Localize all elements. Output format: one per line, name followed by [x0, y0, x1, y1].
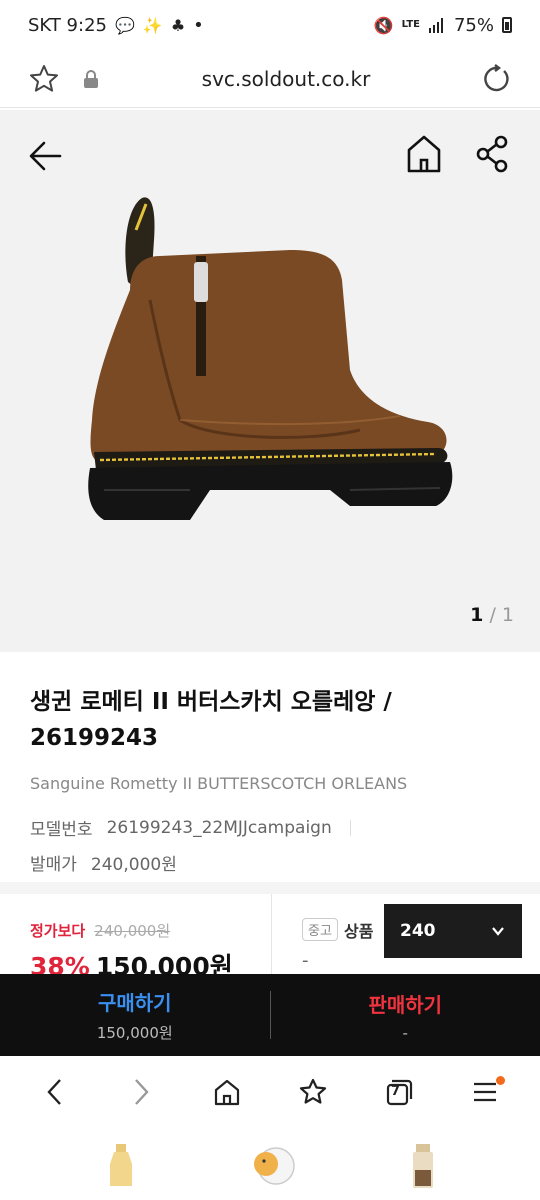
chevron-left-icon: [47, 1079, 61, 1105]
used-product-label: 상품: [344, 922, 374, 941]
bookmark-star-icon: [299, 1078, 327, 1104]
mute-icon: 🔇: [373, 15, 394, 35]
network-type: LTE: [401, 19, 420, 30]
star-icon[interactable]: [28, 63, 60, 95]
chick-egg-icon[interactable]: [248, 1142, 296, 1186]
menu-button[interactable]: [463, 1070, 507, 1114]
price-main: 38% 150,000원: [30, 947, 233, 974]
sell-label: 판매하기: [368, 992, 443, 1017]
sparkle-notification-icon: ✨: [142, 15, 163, 35]
more-notifications-dot: •: [193, 14, 204, 36]
sell-price: -: [402, 1023, 408, 1042]
pager-separator: /: [489, 604, 496, 626]
tabs-count: 7: [391, 1084, 401, 1099]
discount-rate: 38%: [30, 952, 90, 974]
gallery-pager: 1 / 1: [470, 604, 514, 626]
current-price: 150,000원: [95, 952, 233, 974]
tabs-button[interactable]: 7: [377, 1070, 421, 1114]
release-price-value: 240,000원: [90, 855, 177, 875]
price-summary: 정가보다 240,000원 38% 150,000원: [30, 920, 233, 974]
meta-divider: [349, 819, 351, 836]
back-arrow-icon[interactable]: [26, 136, 66, 176]
price-divider: [271, 894, 272, 974]
pager-current: 1: [470, 604, 484, 626]
browser-nav: 7: [0, 1056, 540, 1128]
buy-button[interactable]: 구매하기 150,000원: [0, 974, 270, 1056]
chevron-down-icon: [492, 927, 504, 936]
menu-notification-dot: [496, 1076, 505, 1085]
product-subtitle: Sanguine Rometty II BUTTERSCOTCH ORLEANS: [30, 774, 408, 793]
chevron-right-icon: [135, 1079, 149, 1105]
regular-price-label: 정가보다: [30, 922, 86, 940]
model-number-label: 모델번호: [30, 820, 93, 840]
image-toolbar: [0, 126, 540, 186]
battery-icon: [502, 17, 512, 33]
used-badge: 중고: [302, 918, 338, 941]
release-price-label: 발매가: [30, 855, 77, 875]
status-bar: SKT 9:25 💬 ✨ ♣ • 🔇 LTE 75%: [0, 0, 540, 50]
browser-back-button[interactable]: [33, 1070, 77, 1114]
size-select[interactable]: 240: [384, 904, 522, 958]
share-icon[interactable]: [474, 134, 510, 174]
product-info: 생귄 로메티 II 버터스카치 오를레앙 / 26199243 Sanguine…: [0, 652, 540, 882]
url-bar: svc.soldout.co.kr: [0, 50, 540, 108]
action-bar: 구매하기 150,000원 판매하기 -: [0, 974, 540, 1056]
reload-icon[interactable]: [482, 63, 512, 94]
pager-total: 1: [501, 604, 514, 626]
url-text[interactable]: svc.soldout.co.kr: [90, 67, 482, 91]
drink-bottle-icon[interactable]: [410, 1142, 436, 1190]
home-icon[interactable]: [404, 132, 444, 176]
size-select-value: 240: [400, 921, 436, 941]
product-title: 생귄 로메티 II 버터스카치 오를레앙 / 26199243: [30, 689, 392, 751]
browser-home-icon: [214, 1079, 240, 1106]
regular-price-old: 240,000원: [94, 922, 171, 940]
browser-home-button[interactable]: [205, 1070, 249, 1114]
price-area: 정가보다 240,000원 38% 150,000원 중고 상품 - 240: [0, 894, 540, 974]
carrier-time: SKT 9:25: [28, 14, 107, 36]
buy-price: 150,000원: [96, 1024, 173, 1042]
model-number-row: 모델번호 26199243_22MJJcampaign: [30, 815, 510, 840]
bottom-strip: [0, 1128, 540, 1200]
bookmarks-button[interactable]: [291, 1070, 335, 1114]
sell-button[interactable]: 판매하기 -: [271, 974, 540, 1056]
model-number-value: 26199243_22MJJcampaign: [106, 817, 332, 838]
battery-percent: 75%: [453, 14, 494, 36]
product-boot-image: [88, 197, 453, 520]
used-product-value: -: [302, 950, 309, 971]
status-right: 🔇 LTE 75%: [374, 15, 512, 36]
buy-label: 구매하기: [97, 991, 172, 1015]
section-divider: [0, 882, 540, 894]
bottle-icon[interactable]: [106, 1142, 136, 1190]
release-price-row: 발매가 240,000원: [30, 850, 510, 875]
app-notification-icon: ♣: [170, 15, 186, 35]
status-left: SKT 9:25 💬 ✨ ♣ •: [28, 15, 204, 36]
chat-notification-icon: 💬: [114, 15, 135, 35]
product-image-gallery[interactable]: 1 / 1: [0, 110, 540, 652]
browser-forward-button[interactable]: [119, 1070, 163, 1114]
signal-icon: [428, 18, 443, 33]
